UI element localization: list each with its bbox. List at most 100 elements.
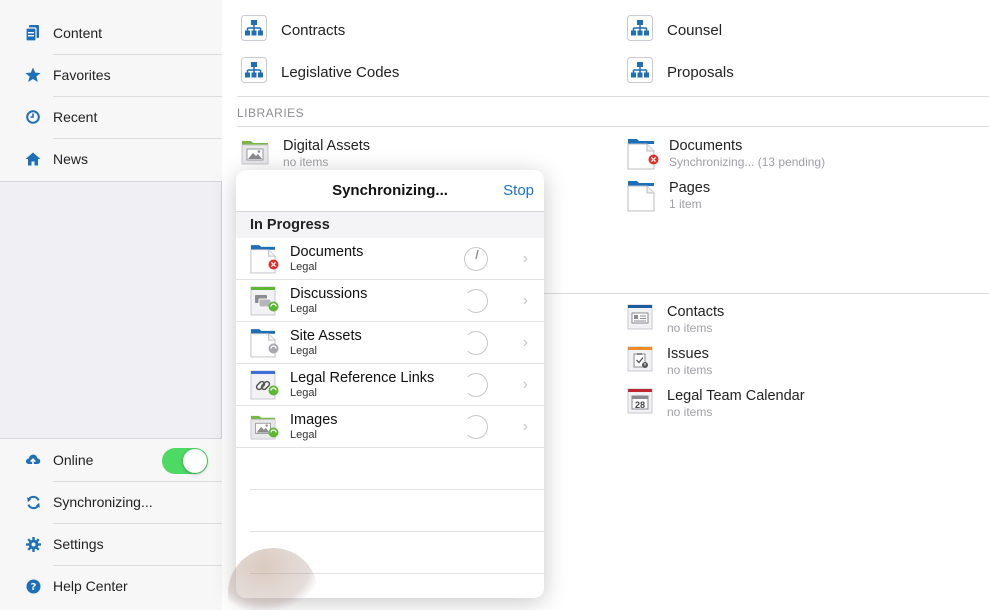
sidebar-item-favorites[interactable]: Favorites [0, 54, 222, 96]
stop-button[interactable]: Stop [503, 182, 534, 199]
site-hierarchy-icon [627, 56, 653, 88]
star-icon [25, 67, 41, 83]
sidebar-item-label: Help Center [53, 578, 128, 594]
sidebar-item-label: News [53, 151, 89, 167]
sync-icon [25, 494, 41, 510]
list-contacts[interactable]: Contacts no items [627, 304, 724, 336]
chevron-right-icon: › [522, 334, 528, 351]
sync-item-discussions[interactable]: Discussions Legal › [236, 280, 544, 322]
site-label: Legislative Codes [281, 63, 400, 81]
gear-icon [25, 536, 41, 552]
list-title: Legal Team Calendar [667, 388, 805, 404]
error-badge-icon [268, 257, 279, 275]
sync-item-title: Discussions [290, 286, 368, 302]
sidebar: Content Favorites Recent News Online Syn… [0, 0, 222, 610]
library-digital-assets[interactable]: Digital Assets no items [241, 138, 370, 171]
sidebar-item-online: Online [0, 439, 222, 481]
sync-item-title: Legal Reference Links [290, 370, 435, 386]
list-issues[interactable]: Issues no items [627, 346, 712, 378]
sidebar-item-content[interactable]: Content [0, 12, 222, 54]
divider [543, 293, 989, 294]
chevron-right-icon: › [522, 376, 528, 393]
sync-item-subtitle: Legal [290, 303, 317, 315]
cloud-upload-icon [25, 452, 41, 468]
sync-item-title: Documents [290, 244, 364, 260]
sync-item-documents[interactable]: Documents Legal › [236, 238, 544, 280]
site-link-proposals[interactable]: Proposals [627, 56, 734, 88]
site-link-counsel[interactable]: Counsel [627, 14, 722, 46]
list-subtitle: no items [667, 321, 713, 335]
sync-popover: Synchronizing... Stop In Progress Docume… [236, 170, 544, 598]
site-hierarchy-icon [241, 14, 267, 46]
site-label: Contracts [281, 21, 346, 39]
library-documents[interactable]: Documents Synchronizing... (13 pending) [627, 138, 825, 170]
library-pages[interactable]: Pages 1 item [627, 180, 710, 217]
sidebar-item-help-center[interactable]: ? Help Center [0, 565, 222, 607]
sync-item-legal-reference-links[interactable]: Legal Reference Links Legal › [236, 364, 544, 406]
list-subtitle: no items [667, 405, 713, 419]
site-hierarchy-icon [627, 14, 653, 46]
sidebar-top-menu: Content Favorites Recent News [0, 0, 222, 182]
libraries-header: LIBRARIES [237, 106, 305, 120]
document-folder-icon [250, 327, 279, 359]
sidebar-item-label: Settings [53, 536, 104, 552]
sync-item-subtitle: Legal [290, 345, 317, 357]
empty-row [250, 490, 544, 532]
sidebar-item-label: Content [53, 25, 103, 41]
sidebar-item-label: Synchronizing... [53, 494, 153, 510]
image-folder-icon [241, 138, 269, 171]
toggle-knob [183, 449, 207, 473]
sidebar-item-recent[interactable]: Recent [0, 96, 222, 138]
sidebar-item-settings[interactable]: Settings [0, 523, 222, 565]
sync-badge-icon [268, 425, 279, 443]
site-hierarchy-icon [241, 56, 267, 88]
svg-text:?: ? [30, 582, 36, 593]
list-subtitle: no items [667, 363, 713, 377]
online-toggle[interactable] [162, 448, 208, 474]
divider [237, 96, 989, 97]
sync-item-title: Images [290, 412, 338, 428]
library-subtitle: no items [283, 155, 329, 169]
content-icon [25, 25, 41, 41]
list-title: Issues [667, 346, 709, 362]
sync-item-images[interactable]: Images Legal › [236, 406, 544, 448]
sidebar-bottom-menu: Online Synchronizing... Settings ? Help … [0, 438, 222, 610]
sidebar-item-news[interactable]: News [0, 138, 222, 180]
progress-spinner-icon [464, 289, 488, 313]
site-link-legislative-codes[interactable]: Legislative Codes [241, 56, 400, 88]
document-folder-icon [627, 138, 659, 170]
site-label: Proposals [667, 63, 734, 81]
library-title: Digital Assets [283, 138, 371, 154]
discussion-icon [250, 286, 279, 316]
list-title: Contacts [667, 304, 725, 320]
section-header: In Progress [236, 212, 544, 238]
progress-spinner-icon [464, 373, 488, 397]
sidebar-item-synchronizing[interactable]: Synchronizing... [0, 481, 222, 523]
calendar-icon: 28 [627, 388, 653, 414]
popover-title: Synchronizing... [332, 182, 448, 199]
library-subtitle: Synchronizing... (13 pending) [669, 155, 826, 169]
progress-needle [475, 249, 479, 260]
help-icon: ? [25, 578, 41, 594]
site-link-contracts[interactable]: Contracts [241, 14, 346, 46]
list-legal-team-calendar[interactable]: 28 Legal Team Calendar no items [627, 388, 805, 420]
calendar-day: 28 [634, 400, 645, 410]
sync-item-title: Site Assets [290, 328, 362, 344]
sync-badge-icon [268, 383, 279, 401]
sidebar-item-label: Favorites [53, 67, 111, 83]
popover-arrow [223, 494, 236, 512]
clock-icon [25, 109, 41, 125]
library-title: Documents [669, 138, 743, 154]
chevron-right-icon: › [522, 418, 528, 435]
chevron-right-icon: › [522, 292, 528, 309]
empty-row [250, 448, 544, 490]
error-badge-icon [648, 152, 659, 170]
link-icon [250, 370, 279, 401]
sync-item-subtitle: Legal [290, 429, 317, 441]
popover-header: Synchronizing... Stop [236, 170, 544, 212]
sync-item-site-assets[interactable]: Site Assets Legal › [236, 322, 544, 364]
image-folder-icon [250, 412, 279, 443]
document-folder-icon [627, 180, 655, 217]
progress-spinner-icon [464, 331, 488, 355]
sync-item-subtitle: Legal [290, 387, 317, 399]
